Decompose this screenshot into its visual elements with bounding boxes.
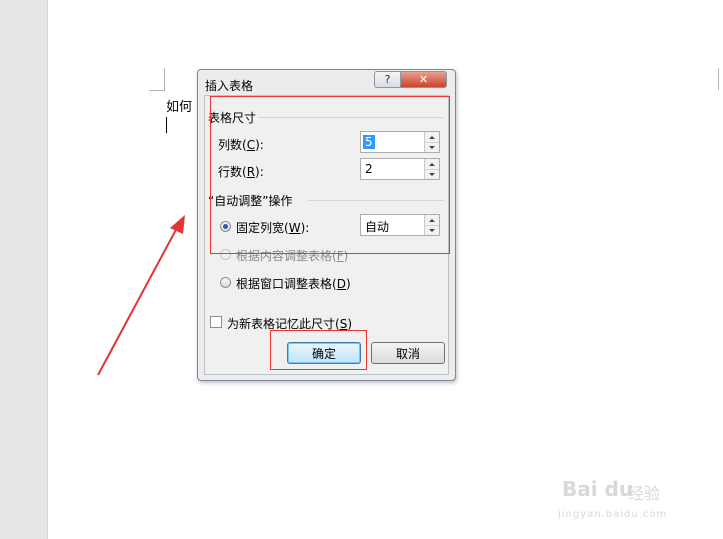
autofit-window-label[interactable]: 根据窗口调整表格(D) (236, 275, 351, 292)
help-button[interactable]: ? (374, 71, 401, 88)
autofit-window-radio[interactable] (220, 277, 231, 288)
rows-value[interactable]: 2 (365, 162, 373, 176)
up-arrow-icon (429, 162, 435, 166)
dialog-title: 插入表格 (205, 79, 254, 93)
down-arrow-icon (429, 229, 435, 232)
watermark-text: 经验 (628, 484, 661, 503)
width-up-button[interactable] (424, 215, 439, 225)
rows-label: 行数(R): (218, 165, 264, 179)
autofit-group-label: “自动调整”操作 (208, 194, 293, 208)
group-divider (258, 117, 444, 118)
group-divider (308, 200, 444, 201)
baidu-watermark: Bai du 经验 jingyan.baidu.com (556, 467, 686, 527)
remember-size-checkbox[interactable] (210, 316, 222, 328)
autofit-contents-radio[interactable] (220, 249, 231, 260)
autofit-contents-label[interactable]: 根据内容调整表格(F) (236, 247, 348, 264)
fixed-width-value[interactable]: 自动 (365, 218, 389, 235)
columns-label: 列数(C): (218, 138, 264, 152)
baidu-logo: Bai du (562, 477, 634, 501)
fixed-width-label[interactable]: 固定列宽(W): (236, 219, 309, 236)
columns-spinbox[interactable]: 5 (360, 131, 440, 153)
columns-down-button[interactable] (424, 142, 439, 152)
rows-down-button[interactable] (424, 169, 439, 179)
down-arrow-icon (429, 146, 435, 149)
close-button[interactable]: ✕ (401, 71, 447, 88)
remember-size-label[interactable]: 为新表格记忆此尺寸(S) (227, 315, 352, 332)
watermark-url: jingyan.baidu.com (558, 509, 668, 520)
fixed-width-spinbox[interactable]: 自动 (360, 214, 440, 236)
columns-value[interactable]: 5 (363, 135, 375, 149)
up-arrow-icon (429, 135, 435, 139)
columns-up-button[interactable] (424, 132, 439, 142)
dialog-client-area: 表格尺寸 列数(C): 5 行数(R): 2 “自动调整”操作 固定列宽(W):… (204, 95, 449, 375)
up-arrow-icon (429, 218, 435, 222)
rows-up-button[interactable] (424, 159, 439, 169)
ok-button[interactable]: 确定 (287, 342, 361, 364)
insert-table-dialog: 插入表格 ? ✕ 表格尺寸 列数(C): 5 行数(R): 2 “自动调整”操作… (197, 69, 456, 381)
cancel-button[interactable]: 取消 (371, 342, 445, 364)
title-buttons: ? ✕ (374, 71, 447, 89)
width-down-button[interactable] (424, 225, 439, 235)
table-size-group-label: 表格尺寸 (208, 111, 257, 125)
down-arrow-icon (429, 173, 435, 176)
rows-spinbox[interactable]: 2 (360, 158, 440, 180)
fixed-width-radio[interactable] (220, 221, 231, 232)
